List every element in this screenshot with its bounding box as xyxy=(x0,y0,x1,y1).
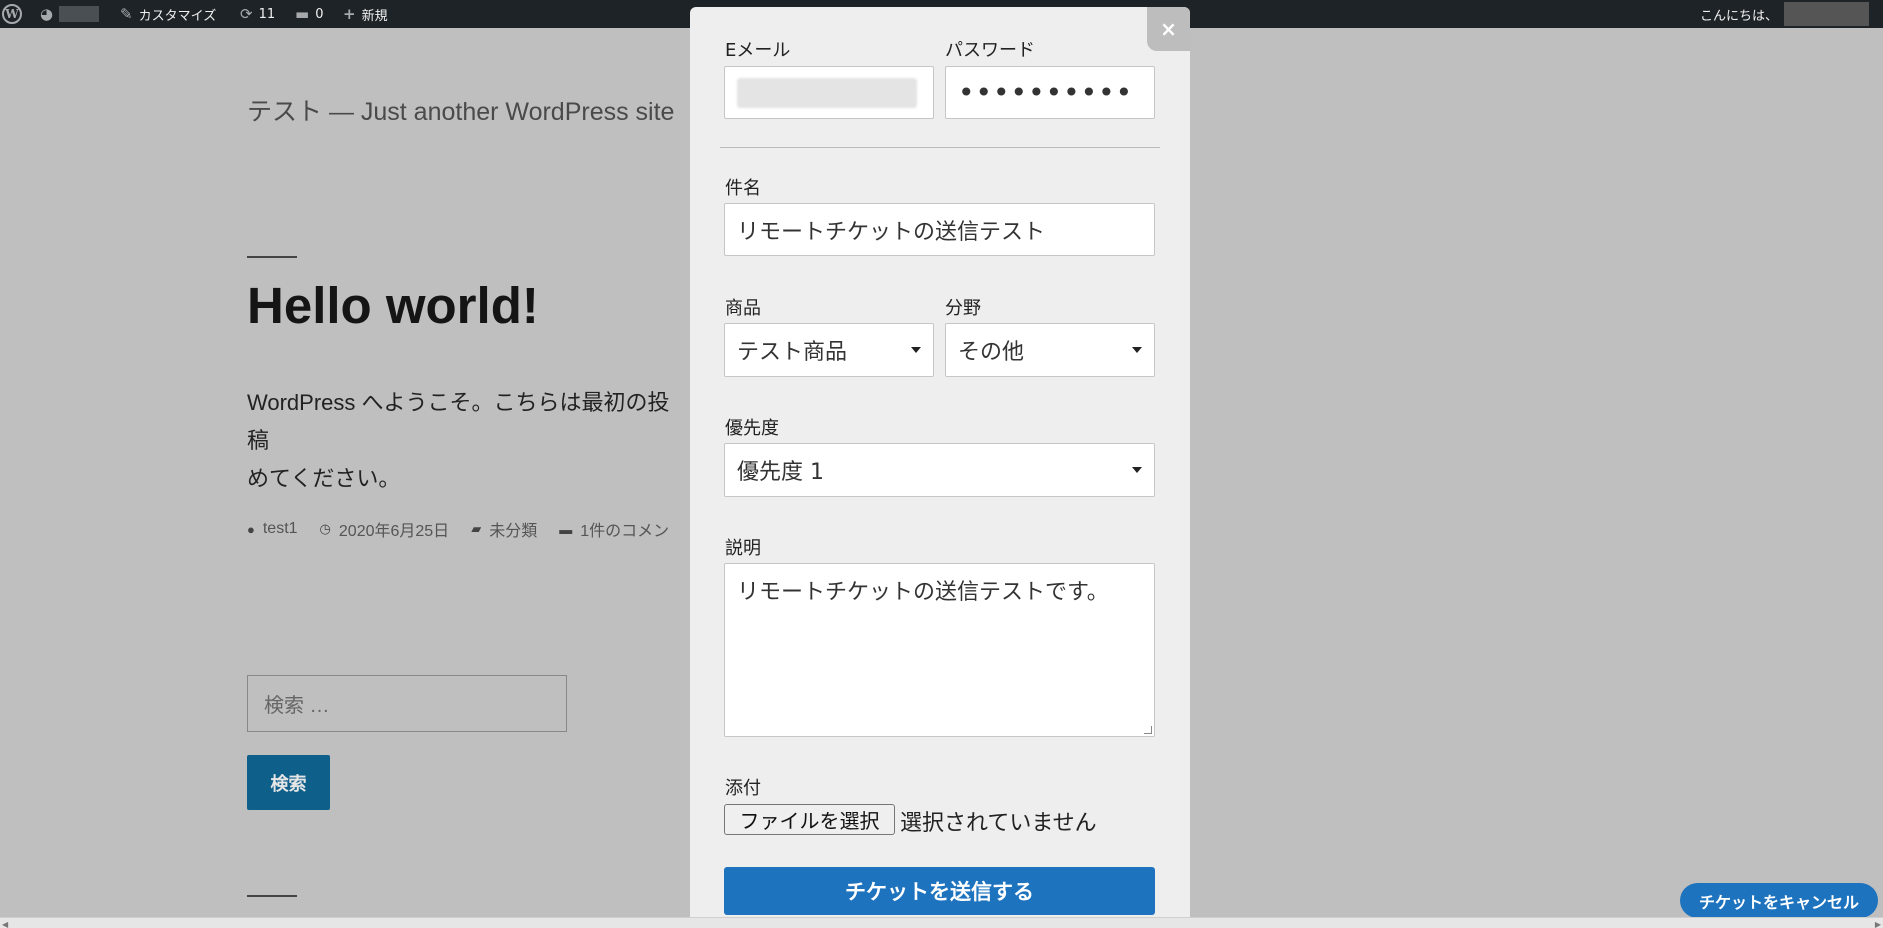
post-title[interactable]: Hello world! xyxy=(247,276,539,335)
clock-icon: ◷ xyxy=(319,521,331,536)
post-category[interactable]: ▰ 未分類 xyxy=(471,517,537,541)
site-name-menu[interactable]: ◕ xyxy=(40,0,100,28)
brush-icon: ✎ xyxy=(120,5,133,23)
email-label: Eメール xyxy=(725,40,791,61)
product-label: 商品 xyxy=(725,298,761,319)
comment-icon: ▬ xyxy=(559,521,573,537)
post-date[interactable]: ◷ 2020年6月25日 xyxy=(320,517,450,541)
scroll-right-icon[interactable]: ▶ xyxy=(1875,920,1881,928)
field-value: その他 xyxy=(958,340,1025,365)
comment-icon: ▬ xyxy=(295,5,310,23)
author-name: test1 xyxy=(262,520,298,537)
password-field[interactable]: •••••••••• xyxy=(945,66,1155,119)
comments-menu[interactable]: ▬ 0 xyxy=(295,0,323,28)
password-value: •••••••••• xyxy=(958,75,1134,109)
priority-value: 優先度 1 xyxy=(737,460,824,485)
description-value: リモートチケットの送信テストです。 xyxy=(737,580,1109,605)
email-field[interactable] xyxy=(724,66,934,119)
priority-label: 優先度 xyxy=(725,418,779,439)
comments-count: 0 xyxy=(315,6,324,22)
search-input[interactable]: 検索 … xyxy=(247,675,567,732)
wordpress-logo-icon: W xyxy=(2,4,22,24)
field-category-label: 分野 xyxy=(945,298,981,319)
password-label: パスワード xyxy=(945,40,1035,61)
product-value: テスト商品 xyxy=(737,340,848,365)
subject-label: 件名 xyxy=(725,178,761,199)
separator xyxy=(247,256,297,258)
subject-field[interactable]: リモートチケットの送信テスト xyxy=(724,203,1155,256)
close-button[interactable]: × xyxy=(1147,7,1190,51)
customize-menu[interactable]: ✎ カスタマイズ xyxy=(120,0,216,28)
cancel-ticket-button[interactable]: チケットをキャンセル xyxy=(1680,883,1878,918)
post-comments[interactable]: ▬ 1件のコメン xyxy=(559,517,669,541)
account-menu[interactable]: こんにちは、 xyxy=(1700,0,1870,28)
post-body-line: めてください。 xyxy=(247,466,401,491)
description-label: 説明 xyxy=(725,538,761,559)
post-author[interactable]: ● test1 xyxy=(247,517,298,541)
description-textarea[interactable]: リモートチケットの送信テストです。 xyxy=(724,563,1155,737)
new-content-menu[interactable]: + 新規 xyxy=(343,0,388,28)
folder-icon: ▰ xyxy=(471,521,482,536)
search-button[interactable]: 検索 xyxy=(247,755,330,810)
file-select-button[interactable]: ファイルを選択 xyxy=(724,804,895,835)
dashboard-icon: ◕ xyxy=(40,5,54,23)
submit-ticket-button[interactable]: チケットを送信する xyxy=(724,867,1155,915)
separator xyxy=(247,895,297,897)
updates-menu[interactable]: ⟳ 11 xyxy=(240,0,275,28)
person-icon: ● xyxy=(247,521,255,537)
field-select[interactable]: その他 xyxy=(945,323,1155,377)
post-body-line: WordPress へようこそ。こちらは最初の投稿 xyxy=(247,390,670,453)
greeting-text: こんにちは、 xyxy=(1700,8,1779,24)
plus-icon: + xyxy=(343,5,356,23)
new-label: 新規 xyxy=(361,8,388,24)
file-status: 選択されていません xyxy=(900,811,1097,836)
priority-select[interactable]: 優先度 1 xyxy=(724,443,1155,497)
post-meta: ● test1 ◷ 2020年6月25日 ▰ 未分類 ▬ 1件のコメン xyxy=(247,517,669,541)
attach-label: 添付 xyxy=(725,778,761,799)
redacted-email xyxy=(737,77,917,108)
comments-text: 1件のコメン xyxy=(580,523,670,540)
divider xyxy=(720,147,1160,148)
redacted-site-name xyxy=(59,6,100,22)
category-text: 未分類 xyxy=(489,523,538,540)
customize-label: カスタマイズ xyxy=(138,8,217,24)
site-title[interactable]: テスト — Just another WordPress site xyxy=(247,92,674,128)
horizontal-scrollbar[interactable]: ◀ ▶ xyxy=(0,917,1883,928)
scroll-left-icon[interactable]: ◀ xyxy=(2,920,8,928)
redacted-username xyxy=(1784,2,1870,26)
wp-logo-menu[interactable]: W xyxy=(2,0,22,28)
updates-count: 11 xyxy=(258,6,276,22)
updates-icon: ⟳ xyxy=(240,5,253,23)
resize-handle-icon[interactable] xyxy=(1144,726,1152,734)
post-body: WordPress へようこそ。こちらは最初の投稿 めてください。 xyxy=(247,384,687,498)
date-text: 2020年6月25日 xyxy=(338,523,450,540)
product-select[interactable]: テスト商品 xyxy=(724,323,934,377)
